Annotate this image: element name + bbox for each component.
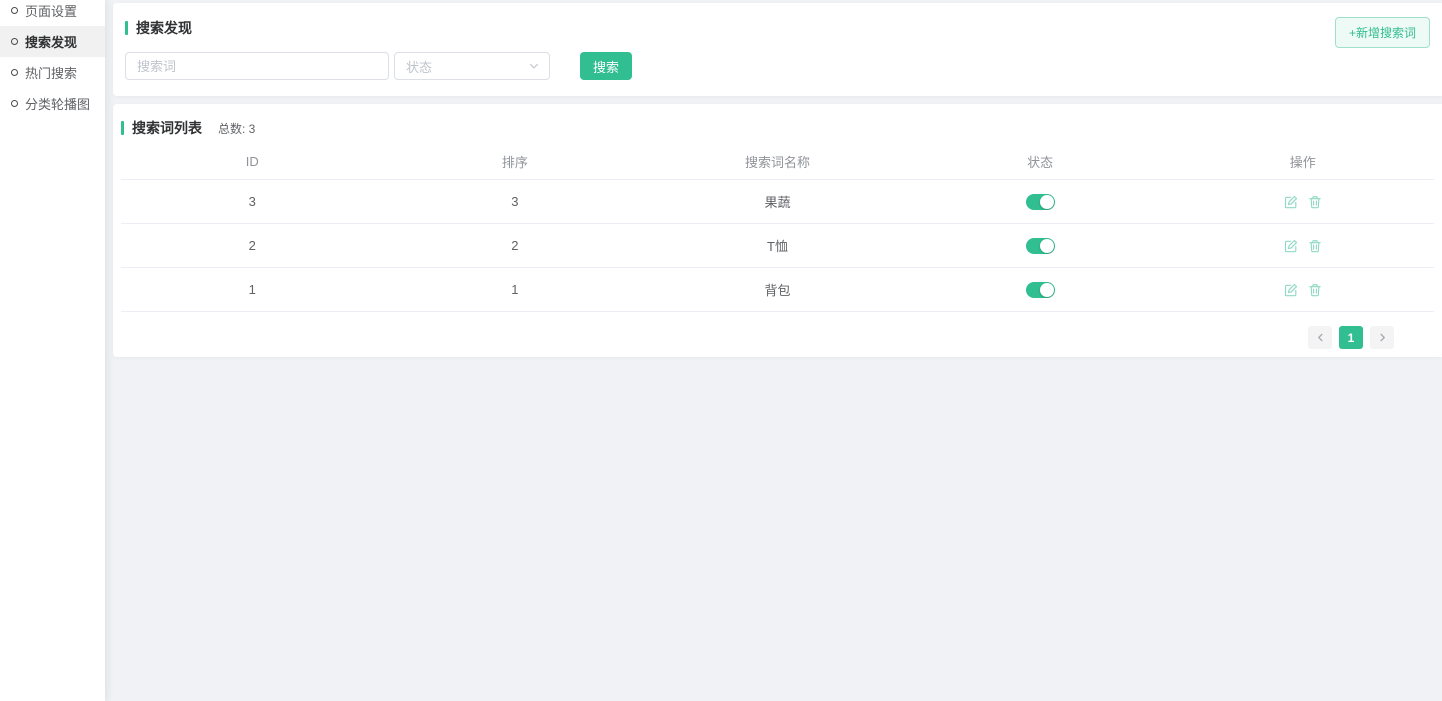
filter-card-title-row: 搜索发现 — [125, 18, 1430, 38]
sidebar-item-hot-search[interactable]: 热门搜索 — [0, 57, 105, 88]
pagination-next-button[interactable] — [1370, 326, 1394, 349]
column-header-actions: 操作 — [1171, 152, 1434, 171]
trash-icon[interactable] — [1308, 283, 1322, 297]
chevron-down-icon — [528, 60, 540, 72]
app-root: 页面设置 搜索发现 热门搜索 分类轮播图 搜索发现 +新增搜索词 — [0, 0, 1442, 701]
page-title: 搜索发现 — [136, 18, 192, 38]
table-row: 3 3 果蔬 — [121, 180, 1434, 224]
cell-sort: 1 — [384, 282, 647, 297]
trash-icon[interactable] — [1308, 195, 1322, 209]
total-count-label: 总数: 3 — [218, 120, 255, 137]
cell-sort: 3 — [384, 194, 647, 209]
sidebar: 页面设置 搜索发现 热门搜索 分类轮播图 — [0, 0, 105, 701]
sidebar-item-category-carousel[interactable]: 分类轮播图 — [0, 88, 105, 119]
chevron-right-icon — [1377, 332, 1388, 343]
cell-id: 1 — [121, 282, 384, 297]
edit-square-icon[interactable] — [1284, 283, 1298, 297]
cell-sort: 2 — [384, 238, 647, 253]
cell-status — [909, 281, 1172, 298]
status-select-placeholder: 状态 — [406, 57, 432, 76]
trash-icon[interactable] — [1308, 239, 1322, 253]
toggle-knob — [1040, 283, 1054, 297]
sidebar-item-page-settings[interactable]: 页面设置 — [0, 0, 105, 26]
cell-id: 3 — [121, 194, 384, 209]
sidebar-item-label: 分类轮播图 — [25, 94, 90, 113]
cell-status — [909, 193, 1172, 210]
circle-icon — [11, 7, 18, 14]
sidebar-item-label: 热门搜索 — [25, 63, 77, 82]
pagination-prev-button[interactable] — [1308, 326, 1332, 349]
pagination-page-1-button[interactable]: 1 — [1339, 326, 1363, 349]
cell-actions — [1171, 283, 1434, 297]
sidebar-item-label: 搜索发现 — [25, 32, 77, 51]
column-header-name: 搜索词名称 — [646, 152, 909, 171]
search-word-list-card: 搜索词列表 总数: 3 ID 排序 搜索词名称 状态 操作 3 3 果蔬 — [113, 104, 1442, 357]
add-search-word-button[interactable]: +新增搜索词 — [1335, 17, 1430, 48]
status-toggle[interactable] — [1026, 194, 1055, 210]
cell-actions — [1171, 195, 1434, 209]
cell-name: T恤 — [646, 236, 909, 255]
sidebar-item-search-discovery[interactable]: 搜索发现 — [0, 26, 105, 57]
sidebar-item-label: 页面设置 — [25, 1, 77, 20]
search-word-table: ID 排序 搜索词名称 状态 操作 3 3 果蔬 — [121, 144, 1434, 312]
column-header-id: ID — [121, 154, 384, 169]
cell-name: 背包 — [646, 280, 909, 299]
status-toggle[interactable] — [1026, 282, 1055, 298]
toggle-knob — [1040, 195, 1054, 209]
chevron-left-icon — [1315, 332, 1326, 343]
column-header-sort: 排序 — [384, 152, 647, 171]
status-toggle[interactable] — [1026, 238, 1055, 254]
cell-name: 果蔬 — [646, 192, 909, 211]
circle-icon — [11, 69, 18, 76]
pagination: 1 — [113, 326, 1442, 349]
circle-icon — [11, 100, 18, 107]
column-header-status: 状态 — [909, 152, 1172, 171]
title-accent-bar — [121, 121, 124, 135]
table-title: 搜索词列表 — [132, 118, 202, 138]
sidebar-menu: 页面设置 搜索发现 热门搜索 分类轮播图 — [0, 0, 105, 119]
search-button[interactable]: 搜索 — [580, 52, 632, 80]
table-card-title-row: 搜索词列表 总数: 3 — [113, 118, 1442, 138]
cell-actions — [1171, 239, 1434, 253]
table-header-row: ID 排序 搜索词名称 状态 操作 — [121, 144, 1434, 180]
cell-status — [909, 237, 1172, 254]
table-row: 2 2 T恤 — [121, 224, 1434, 268]
search-word-input[interactable] — [125, 52, 389, 80]
edit-square-icon[interactable] — [1284, 195, 1298, 209]
status-select[interactable]: 状态 — [394, 52, 550, 80]
cell-id: 2 — [121, 238, 384, 253]
edit-square-icon[interactable] — [1284, 239, 1298, 253]
title-accent-bar — [125, 21, 128, 35]
filter-card: 搜索发现 +新增搜索词 状态 搜索 — [113, 3, 1442, 96]
circle-icon — [11, 38, 18, 45]
filter-row: 状态 搜索 — [125, 52, 1430, 80]
main-content: 搜索发现 +新增搜索词 状态 搜索 搜索词列表 总数: 3 — [105, 0, 1442, 701]
table-row: 1 1 背包 — [121, 268, 1434, 312]
toggle-knob — [1040, 239, 1054, 253]
